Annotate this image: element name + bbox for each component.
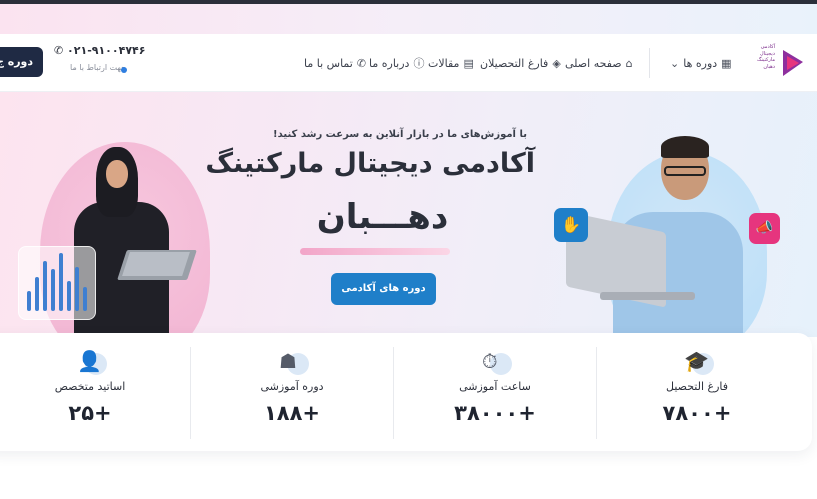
woman-illustration-face bbox=[106, 160, 128, 188]
chart-bar bbox=[75, 267, 79, 311]
stat-label: اساتید متخصص bbox=[54, 380, 126, 393]
hero-section: ✋ 📣 با آموزش‌های ما در بازار آنلاین به س… bbox=[0, 92, 817, 337]
nav-item-label: فارغ التحصیلان bbox=[480, 56, 549, 70]
header-cta-button[interactable]: دوره ج bbox=[0, 47, 43, 77]
megaphone-badge-icon: 📣 bbox=[749, 213, 780, 244]
laptop-left-screen bbox=[122, 252, 190, 276]
stat-label: فارغ التحصیل bbox=[666, 380, 728, 393]
nav-item-label: دوره ها bbox=[683, 56, 718, 70]
logo-text: آکادمی دیجیتال مارکتینگ دهبان bbox=[757, 44, 775, 70]
phone-text: ۰۲۱-۹۱۰۰۴۷۴۶ bbox=[67, 44, 146, 57]
hero-brand-name: دهـــبان bbox=[316, 197, 449, 237]
stat-graduates: 🎓 فارغ التحصیل +۷۸۰۰ bbox=[597, 333, 797, 451]
hero-title: آکادمی دیجیتال مارکتینگ bbox=[205, 148, 535, 179]
nav-item-articles[interactable]: ▤ مقالات bbox=[428, 54, 474, 72]
laptop-right-base bbox=[600, 292, 695, 300]
instructor-icon: 👤 bbox=[73, 349, 107, 379]
stat-label: ساعت آموزشی bbox=[459, 380, 531, 393]
chart-glass-card bbox=[18, 246, 96, 320]
phone-number[interactable]: ✆ ۰۲۱-۹۱۰۰۴۷۴۶ bbox=[54, 44, 145, 57]
stat-courses: ☗ دوره آموزشی +۱۸۸ bbox=[191, 333, 393, 451]
stat-value: +۲۵ bbox=[68, 401, 112, 425]
phone-icon: ✆ bbox=[356, 56, 367, 70]
stat-divider bbox=[393, 347, 394, 439]
stat-value: +۱۸۸ bbox=[263, 401, 321, 425]
chart-bar bbox=[27, 291, 31, 311]
stat-value: +۷۸۰۰ bbox=[662, 401, 732, 425]
chart-bar bbox=[51, 269, 55, 311]
nav-item-label: درباره ما bbox=[369, 56, 410, 70]
chart-bar bbox=[43, 261, 47, 311]
contact-caption: جهت ارتباط با ما bbox=[70, 63, 127, 72]
stat-divider bbox=[190, 347, 191, 439]
nav-item-home[interactable]: ⌂ صفحه اصلی bbox=[565, 54, 633, 72]
article-icon: ▤ bbox=[463, 56, 474, 70]
stat-value: +۳۸۰۰۰ bbox=[454, 401, 536, 425]
hero-tagline: با آموزش‌های ما در بازار آنلاین به سرعت … bbox=[273, 129, 527, 140]
handshake-badge-icon: ✋ bbox=[554, 208, 588, 242]
home-icon: ⌂ bbox=[625, 56, 633, 70]
man-illustration-hair bbox=[661, 136, 709, 158]
top-gradient-banner bbox=[0, 4, 817, 34]
stopwatch-icon: ⏱ bbox=[478, 349, 512, 379]
stat-divider bbox=[596, 347, 597, 439]
chart-bar bbox=[83, 287, 87, 311]
academy-courses-button[interactable]: دوره های آکادمی bbox=[331, 273, 436, 305]
man-illustration-glasses bbox=[664, 166, 706, 176]
course-icon: ☗ bbox=[275, 349, 309, 379]
stats-panel: 🎓 فارغ التحصیل +۷۸۰۰ ⏱ ساعت آموزشی +۳۸۰۰… bbox=[0, 333, 812, 451]
status-dot bbox=[121, 67, 127, 73]
header-divider bbox=[649, 48, 650, 78]
stat-hours: ⏱ ساعت آموزشی +۳۸۰۰۰ bbox=[394, 333, 596, 451]
nav-item-label: مقالات bbox=[428, 56, 460, 70]
chart-bar bbox=[67, 281, 71, 311]
stat-instructors: 👤 اساتید متخصص +۲۵ bbox=[0, 333, 190, 451]
graduation-cap-icon: 🎓 bbox=[680, 349, 714, 379]
nav-item-courses[interactable]: ▦ دوره ها ⌄ bbox=[670, 54, 732, 72]
stat-label: دوره آموزشی bbox=[260, 380, 324, 393]
hero-underline-stroke bbox=[300, 248, 450, 255]
phone-icon: ✆ bbox=[54, 44, 68, 57]
grid-icon: ▦ bbox=[721, 56, 732, 70]
chart-bar bbox=[59, 253, 63, 311]
graduation-icon: ◈ bbox=[552, 56, 561, 70]
chevron-down-icon: ⌄ bbox=[670, 56, 680, 70]
nav-item-about[interactable]: ⓘ درباره ما bbox=[369, 54, 424, 72]
nav-item-label: تماس با ما bbox=[304, 56, 353, 70]
chart-bar bbox=[35, 277, 39, 311]
nav-item-graduates[interactable]: ◈ فارغ التحصیلان bbox=[480, 54, 561, 72]
nav-item-label: صفحه اصلی bbox=[565, 56, 622, 70]
info-icon: ⓘ bbox=[413, 57, 425, 70]
nav-item-contact[interactable]: ✆ تماس با ما bbox=[304, 54, 366, 72]
